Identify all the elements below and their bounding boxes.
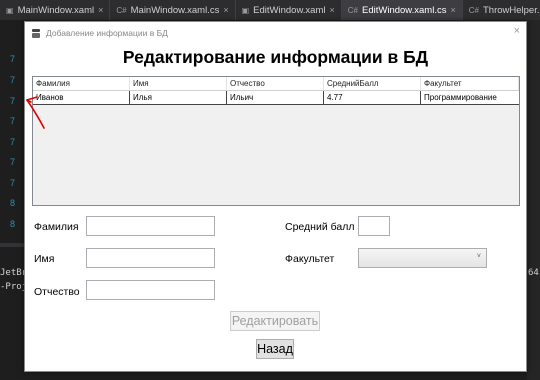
ide-output-text-3: 64: [528, 268, 539, 278]
column-header-patronymic[interactable]: Отчество: [227, 77, 324, 90]
page-title: Редактирование информации в БД: [122, 47, 429, 67]
ide-tab-bar: ▣ MainWindow.xaml × C# MainWindow.xaml.cs × ▣ E…: [0, 0, 540, 20]
students-data-grid[interactable]: Фамилия Имя Отчество СреднийБалл Факульт…: [32, 76, 520, 206]
close-icon[interactable]: ×: [450, 5, 455, 15]
close-icon[interactable]: ×: [330, 5, 335, 15]
file-type-icon: C#: [347, 5, 358, 15]
ide-tab[interactable]: C# MainWindow.xaml.cs ×: [110, 0, 236, 20]
average-label: Средний балл: [285, 221, 355, 233]
line-number: 7: [10, 178, 16, 188]
table-row[interactable]: Иванов Илья Ильич 4.77 Программирование: [33, 91, 519, 105]
ide-tab[interactable]: C# EditWindow.xaml.cs ×: [341, 0, 463, 20]
chevron-down-icon: ˅: [476, 253, 481, 260]
average-input[interactable]: [358, 216, 390, 236]
ide-tab-label: EditWindow.xaml.cs: [362, 4, 447, 16]
edit-dialog-window: Добавление информации в БД × Редактирова…: [24, 21, 527, 372]
name-label: Имя: [34, 253, 55, 265]
faculty-label: Факультет: [285, 253, 335, 265]
column-header-name[interactable]: Имя: [130, 77, 227, 90]
table-cell[interactable]: Илья: [130, 91, 227, 104]
line-number: 8: [10, 198, 16, 208]
line-number: 7: [10, 54, 16, 64]
surname-label: Фамилия: [34, 221, 79, 233]
patronymic-input[interactable]: [86, 280, 215, 300]
table-cell[interactable]: Ильич: [227, 91, 324, 104]
surname-input[interactable]: [86, 216, 215, 236]
ide-tab[interactable]: ▣ MainWindow.xaml ×: [0, 0, 111, 20]
line-number: 8: [10, 219, 16, 229]
edit-button[interactable]: Редактировать: [230, 311, 320, 331]
close-icon[interactable]: ×: [514, 25, 520, 37]
app-icon: [31, 28, 41, 39]
ide-tab-label: EditWindow.xaml: [253, 4, 326, 16]
table-cell[interactable]: Иванов: [33, 91, 130, 104]
line-number: 7: [10, 75, 16, 85]
column-header-surname[interactable]: Фамилия: [33, 77, 130, 90]
file-type-icon: ▣: [241, 5, 250, 15]
ide-tab[interactable]: ▣ EditWindow.xaml ×: [236, 0, 342, 20]
patronymic-label: Отчество: [34, 286, 80, 298]
file-type-icon: ▣: [6, 5, 14, 15]
table-cell[interactable]: 4.77: [324, 91, 421, 104]
close-icon[interactable]: ×: [98, 5, 103, 15]
column-header-faculty[interactable]: Факультет: [421, 77, 519, 90]
column-header-average[interactable]: СреднийБалл: [324, 77, 421, 90]
file-type-icon: C#: [468, 5, 479, 15]
line-number: 7: [10, 96, 16, 106]
table-cell[interactable]: Программирование: [421, 91, 519, 104]
ide-tab[interactable]: C#ThrowHelper.cs×: [463, 0, 540, 20]
faculty-select[interactable]: ˅: [358, 248, 487, 268]
line-number: 7: [10, 157, 16, 167]
ide-tab-label: MainWindow.xaml.cs: [130, 4, 220, 16]
line-number: 7: [10, 116, 16, 126]
window-title: Добавление информации в БД: [46, 28, 168, 38]
ide-gutter: 7 7 7 7 7 7 7 8 8: [0, 20, 24, 380]
back-button[interactable]: Назад: [256, 339, 294, 359]
file-type-icon: C#: [116, 5, 127, 15]
grid-header: Фамилия Имя Отчество СреднийБалл Факульт…: [33, 77, 519, 91]
name-input[interactable]: [86, 248, 215, 268]
close-icon[interactable]: ×: [223, 5, 228, 15]
line-number: 7: [10, 137, 16, 147]
ide-right-panel: [527, 20, 540, 380]
ide-tab-label: MainWindow.xaml: [17, 4, 95, 16]
title-bar[interactable]: Добавление информации в БД: [25, 22, 526, 44]
ide-tab-label: ThrowHelper.cs: [482, 4, 540, 16]
